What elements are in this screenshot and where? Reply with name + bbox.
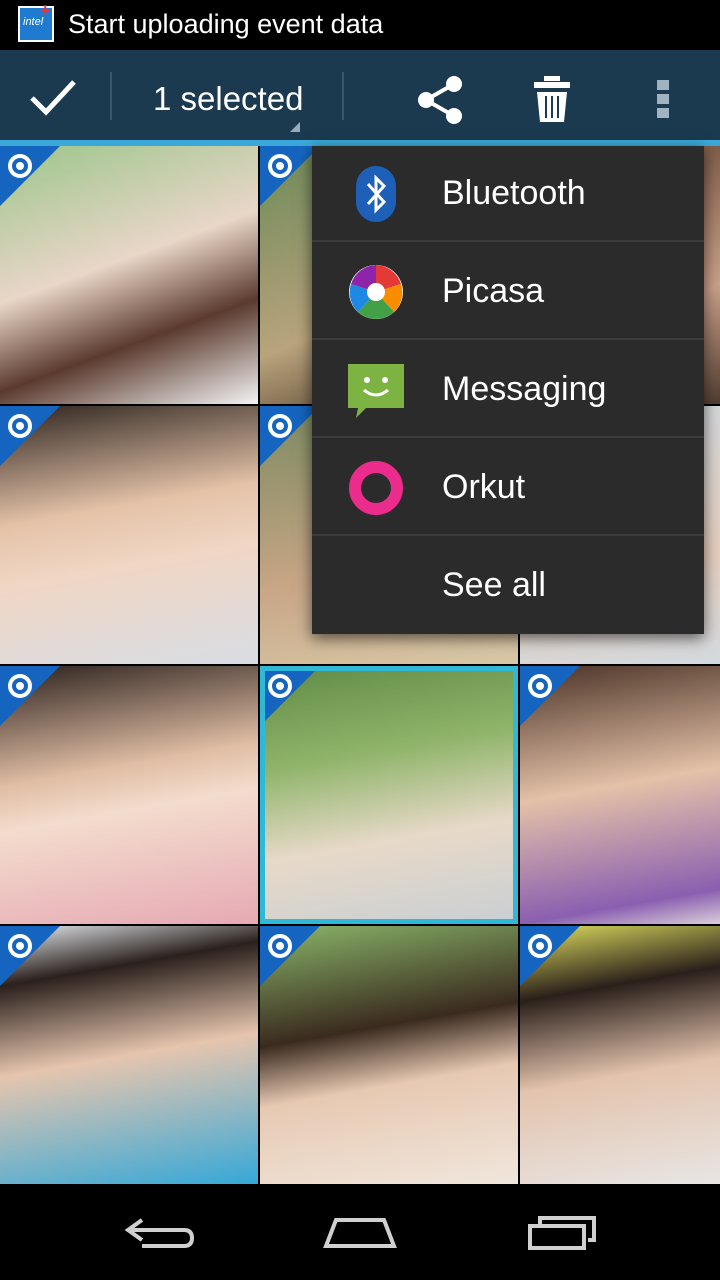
picasa-album-icon [8, 674, 32, 698]
share-option-messaging[interactable]: Messaging [312, 342, 704, 438]
divider [110, 72, 112, 120]
share-icon[interactable] [414, 74, 466, 126]
action-bar: 1 selected [0, 50, 720, 146]
navigation-bar [0, 1184, 720, 1280]
picasa-album-icon [8, 154, 32, 178]
photo-tile-selected[interactable] [260, 666, 518, 924]
selection-frame [260, 666, 518, 924]
picasa-album-icon [268, 414, 292, 438]
bluetooth-icon [356, 166, 396, 222]
photo-tile[interactable] [520, 666, 720, 924]
messaging-icon [348, 364, 404, 418]
share-option-label: Picasa [442, 272, 545, 310]
share-option-see-all[interactable]: See all [312, 538, 704, 634]
photo-tile[interactable] [0, 926, 258, 1184]
share-option-label: Bluetooth [442, 174, 586, 212]
check-icon[interactable] [28, 72, 78, 120]
picasa-album-icon [8, 414, 32, 438]
share-option-label: Orkut [442, 468, 526, 506]
notification-text: Start uploading event data [68, 9, 384, 39]
photo-tile[interactable] [520, 926, 720, 1184]
share-option-bluetooth[interactable]: Bluetooth [312, 146, 704, 242]
picasa-album-icon [268, 154, 292, 178]
orkut-icon [349, 461, 403, 515]
share-menu: Bluetooth Picasa Messaging Orkut See all [312, 146, 704, 634]
selection-count[interactable]: 1 selected [153, 80, 303, 118]
share-option-orkut[interactable]: Orkut [312, 440, 704, 536]
photo-tile[interactable] [0, 666, 258, 924]
trash-icon[interactable] [530, 74, 574, 124]
status-bar: intel + Start uploading event data [0, 0, 720, 50]
picasa-album-icon [8, 934, 32, 958]
picasa-album-icon [528, 934, 552, 958]
picasa-album-icon [268, 934, 292, 958]
share-option-picasa[interactable]: Picasa [312, 244, 704, 340]
photo-tile[interactable] [260, 926, 518, 1184]
recent-apps-icon[interactable] [522, 1210, 602, 1254]
divider [342, 72, 344, 120]
share-option-label: See all [442, 566, 546, 604]
share-option-label: Messaging [442, 370, 607, 408]
photo-tile[interactable] [0, 406, 258, 664]
back-icon[interactable] [120, 1210, 200, 1254]
home-icon[interactable] [320, 1210, 400, 1254]
selection-dropdown-caret[interactable] [290, 122, 300, 132]
picasa-icon [349, 265, 403, 319]
intel-upload-icon: intel + [18, 1, 54, 42]
photo-tile[interactable] [0, 146, 258, 404]
overflow-menu-icon[interactable] [654, 78, 672, 120]
picasa-album-icon [528, 674, 552, 698]
